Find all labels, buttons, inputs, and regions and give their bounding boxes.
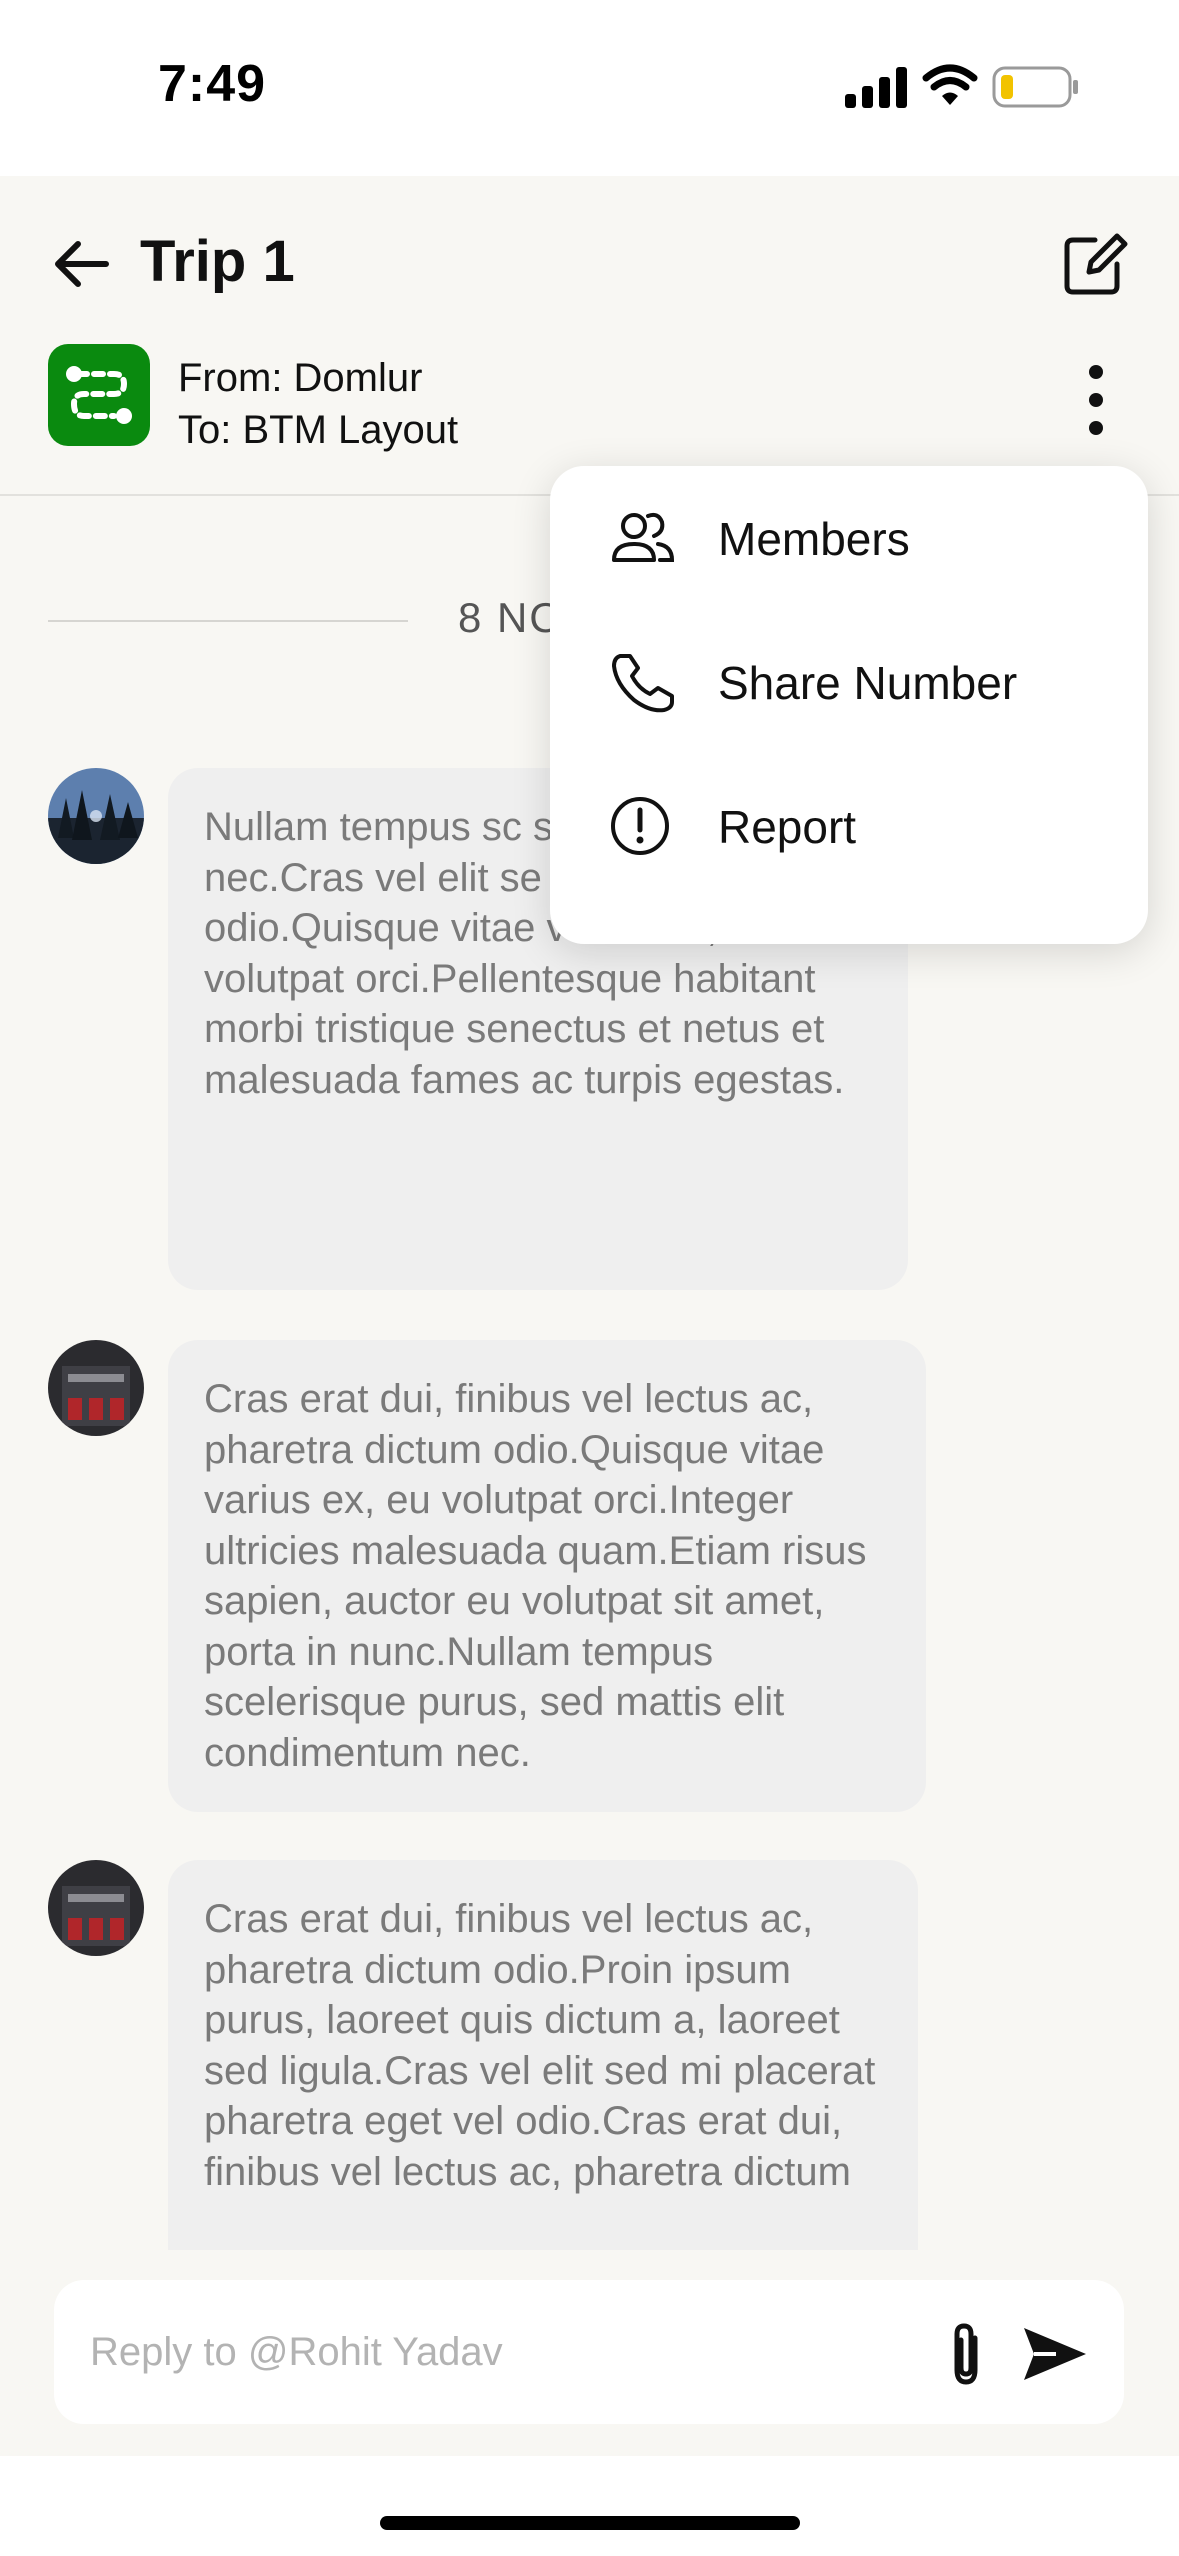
status-time: 7:49 [158, 55, 267, 113]
signal-wifi-battery-icons [845, 64, 1078, 108]
send-icon [1024, 2328, 1086, 2380]
date-line-left [48, 620, 408, 622]
route-to: To: BTM Layout [178, 408, 459, 452]
route-logo [48, 344, 150, 446]
home-indicator[interactable] [380, 2516, 800, 2530]
phone-icon [608, 650, 678, 714]
route-info: From: Domlur To: BTM Layout [48, 344, 1148, 454]
reply-input[interactable] [90, 2322, 890, 2382]
menu-label: Share Number [718, 657, 1018, 709]
page-title: Trip 1 [140, 229, 295, 294]
building-avatar-icon [48, 1340, 144, 1436]
members-icon [608, 506, 678, 570]
chat-header: Trip 1 From: Domlur To: BTM Layout [0, 176, 1179, 496]
route-icon [66, 366, 132, 424]
status-icons [843, 62, 1083, 112]
message-bubble: Cras erat dui, finibus vel lectus ac, ph… [168, 1340, 926, 1812]
menu-label: Members [718, 513, 910, 565]
route-from: From: Domlur [178, 356, 423, 400]
status-bar: 7:49 [0, 0, 1179, 176]
menu-item-members[interactable]: Members [550, 466, 1148, 610]
options-menu: Members Share Number Report [550, 466, 1148, 944]
menu-label: Report [718, 801, 857, 853]
date-label: 8 NO [458, 594, 565, 641]
message-bubble: Cras erat dui, finibus vel lectus ac, ph… [168, 1860, 918, 2250]
avatar[interactable] [48, 1340, 144, 1436]
avatar[interactable] [48, 768, 144, 864]
back-button[interactable] [50, 232, 114, 296]
more-options-button[interactable] [1076, 360, 1116, 440]
kebab-menu-icon [1089, 365, 1103, 435]
route-text: From: Domlur To: BTM Layout [178, 352, 458, 456]
forest-avatar-icon [48, 768, 144, 864]
edit-square-icon [1064, 233, 1128, 295]
arrow-left-icon [55, 241, 109, 287]
building-avatar-icon [48, 1860, 144, 1956]
menu-item-share-number[interactable]: Share Number [550, 610, 1148, 754]
compose-button[interactable] [1059, 228, 1129, 298]
composer [54, 2280, 1124, 2424]
paperclip-icon [954, 2323, 978, 2385]
attach-button[interactable] [942, 2320, 992, 2390]
report-icon [608, 794, 678, 858]
avatar[interactable] [48, 1860, 144, 1956]
home-area [0, 2456, 1179, 2556]
menu-item-report[interactable]: Report [550, 754, 1148, 898]
send-button[interactable] [1020, 2324, 1090, 2384]
